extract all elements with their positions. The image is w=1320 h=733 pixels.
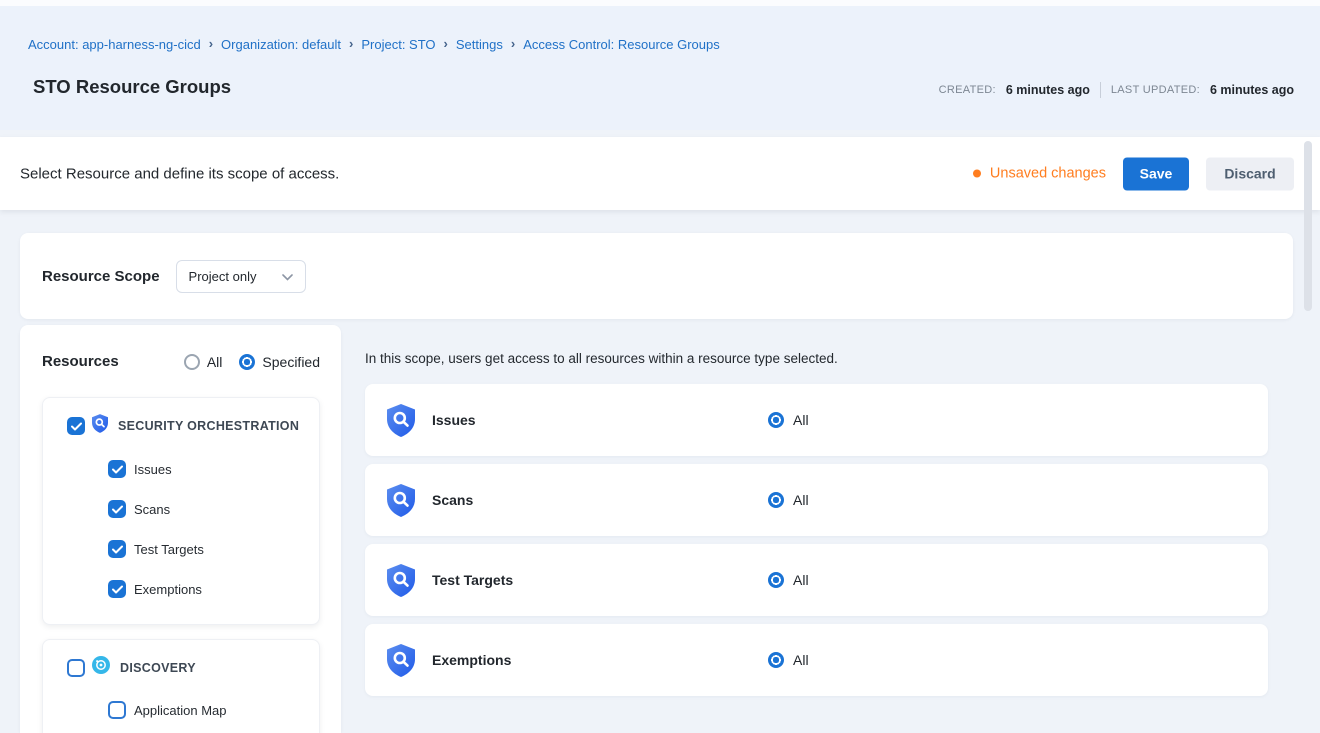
vertical-scrollbar-thumb[interactable] xyxy=(1304,141,1312,311)
checkbox-issues[interactable] xyxy=(108,460,126,478)
group-header-row: DISCOVERY xyxy=(67,656,311,679)
radio-unchecked-icon xyxy=(184,354,200,370)
access-radio-group[interactable]: All xyxy=(768,492,809,508)
radio-checked-icon xyxy=(768,572,784,588)
access-radio-group[interactable]: All xyxy=(768,572,809,588)
discard-button[interactable]: Discard xyxy=(1206,157,1294,190)
resource-item-scans: Scans xyxy=(67,500,311,518)
resource-scope-card: Resource Scope Project only xyxy=(20,233,1293,319)
resource-rows: Issues All Scans All Test Targ xyxy=(365,384,1268,696)
breadcrumb: Account: app-harness-ng-cicd › Organizat… xyxy=(28,37,720,52)
chevron-right-icon: › xyxy=(444,36,448,51)
access-radio-group[interactable]: All xyxy=(768,412,809,428)
created-value: 6 minutes ago xyxy=(1006,83,1090,97)
resource-scope-selected-value: Project only xyxy=(189,269,257,284)
resource-item-issues: Issues xyxy=(67,460,311,478)
unsaved-dot-icon xyxy=(973,170,981,178)
checkbox-scans[interactable] xyxy=(108,500,126,518)
resources-filter-radios: All Specified xyxy=(184,354,320,370)
unsaved-changes-indicator: Unsaved changes xyxy=(973,166,1106,182)
breadcrumb-account[interactable]: Account: app-harness-ng-cicd xyxy=(28,37,201,52)
resource-row-scans: Scans All xyxy=(365,464,1268,536)
radio-option-all[interactable]: All xyxy=(184,354,223,370)
chevron-down-icon xyxy=(282,269,293,284)
item-label: Test Targets xyxy=(134,542,204,557)
shield-search-icon xyxy=(387,484,415,517)
meta-divider xyxy=(1100,82,1101,98)
last-updated-label: LAST UPDATED: xyxy=(1111,84,1200,96)
item-label: Application Map xyxy=(134,703,227,718)
radio-all-label: All xyxy=(207,354,223,370)
resources-panel: Resources All Specified xyxy=(20,325,341,733)
shield-search-icon xyxy=(387,404,415,437)
resources-panel-header: Resources All Specified xyxy=(42,353,320,370)
radio-checked-icon xyxy=(239,354,255,370)
resource-row-label: Scans xyxy=(432,492,768,508)
access-all-label: All xyxy=(793,652,809,668)
access-radio-group[interactable]: All xyxy=(768,652,809,668)
resource-row-label: Test Targets xyxy=(432,572,768,588)
resource-row-label: Issues xyxy=(432,412,768,428)
page-header: Account: app-harness-ng-cicd › Organizat… xyxy=(0,0,1320,130)
page-title: STO Resource Groups xyxy=(33,76,231,98)
last-updated-value: 6 minutes ago xyxy=(1210,83,1294,97)
created-label: CREATED: xyxy=(939,84,996,96)
item-label: Scans xyxy=(134,502,170,517)
resource-row-test-targets: Test Targets All xyxy=(365,544,1268,616)
group-header-row: SECURITY ORCHESTRATION xyxy=(67,414,311,438)
access-all-label: All xyxy=(793,492,809,508)
checkbox-discovery[interactable] xyxy=(67,659,85,677)
scope-description: In this scope, users get access to all r… xyxy=(365,351,838,366)
toolbar-actions: Unsaved changes Save Discard xyxy=(973,157,1294,190)
radio-option-specified[interactable]: Specified xyxy=(239,354,320,370)
breadcrumb-organization[interactable]: Organization: default xyxy=(221,37,341,52)
resource-row-label: Exemptions xyxy=(432,652,768,668)
radio-checked-icon xyxy=(768,412,784,428)
action-toolbar: Select Resource and define its scope of … xyxy=(0,137,1320,210)
resource-scope-label: Resource Scope xyxy=(42,268,160,285)
resource-group-discovery: DISCOVERY Application Map xyxy=(42,639,320,733)
chevron-right-icon: › xyxy=(209,36,213,51)
chevron-right-icon: › xyxy=(511,36,515,51)
resources-heading: Resources xyxy=(42,353,119,370)
resource-item-application-map: Application Map xyxy=(67,701,311,719)
save-button[interactable]: Save xyxy=(1123,157,1189,190)
resource-scope-dropdown[interactable]: Project only xyxy=(176,260,306,293)
access-all-label: All xyxy=(793,412,809,428)
shield-search-icon xyxy=(387,564,415,597)
checkbox-application-map[interactable] xyxy=(108,701,126,719)
resource-row-issues: Issues All xyxy=(365,384,1268,456)
resource-group-security-orchestration: SECURITY ORCHESTRATION Issues Scans Test… xyxy=(42,397,320,625)
chevron-right-icon: › xyxy=(349,36,353,51)
header-top-strip xyxy=(0,0,1320,6)
unsaved-changes-label: Unsaved changes xyxy=(990,166,1106,182)
created-updated-meta: CREATED: 6 minutes ago LAST UPDATED: 6 m… xyxy=(939,82,1294,98)
access-all-label: All xyxy=(793,572,809,588)
radio-specified-label: Specified xyxy=(262,354,320,370)
group-label: SECURITY ORCHESTRATION xyxy=(118,419,299,433)
item-label: Issues xyxy=(134,462,172,477)
breadcrumb-resource-groups[interactable]: Access Control: Resource Groups xyxy=(523,37,720,52)
radio-checked-icon xyxy=(768,492,784,508)
group-label: DISCOVERY xyxy=(120,661,196,675)
breadcrumb-settings[interactable]: Settings xyxy=(456,37,503,52)
group-items: Issues Scans Test Targets Exemptions xyxy=(67,460,311,598)
radio-checked-icon xyxy=(768,652,784,668)
item-label: Exemptions xyxy=(134,582,202,597)
resource-item-test-targets: Test Targets xyxy=(67,540,311,558)
checkbox-exemptions[interactable] xyxy=(108,580,126,598)
discovery-icon xyxy=(92,656,110,679)
toolbar-description: Select Resource and define its scope of … xyxy=(20,165,339,182)
shield-search-icon xyxy=(92,414,108,438)
checkbox-security-orchestration[interactable] xyxy=(67,417,85,435)
resource-item-exemptions: Exemptions xyxy=(67,580,311,598)
resource-row-exemptions: Exemptions All xyxy=(365,624,1268,696)
checkbox-test-targets[interactable] xyxy=(108,540,126,558)
group-items: Application Map xyxy=(67,701,311,719)
breadcrumb-project[interactable]: Project: STO xyxy=(361,37,435,52)
shield-search-icon xyxy=(387,644,415,677)
